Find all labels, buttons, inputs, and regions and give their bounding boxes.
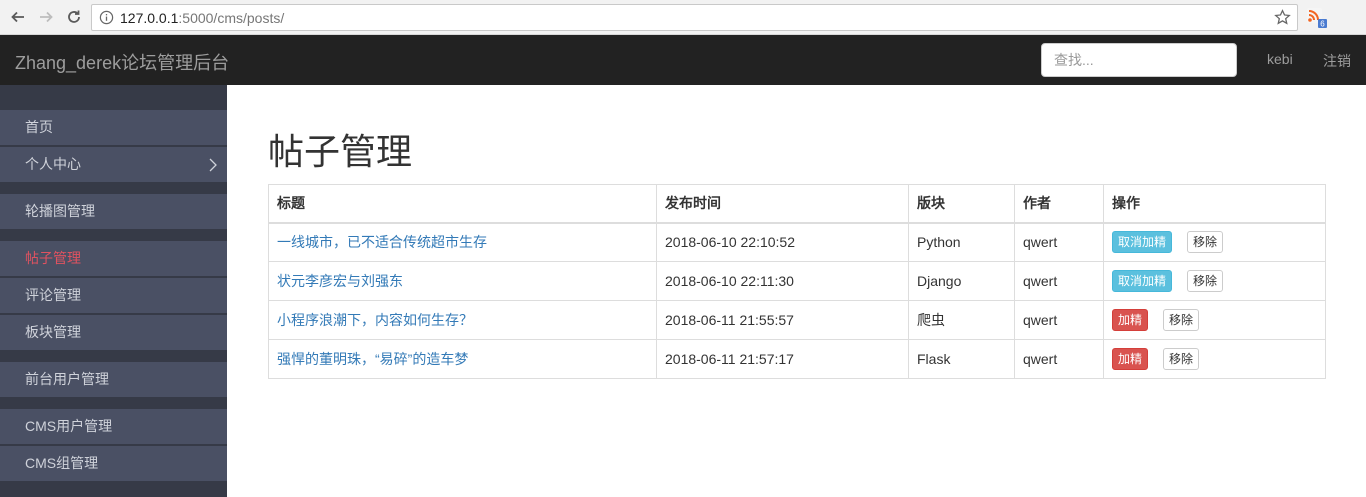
- sidebar-item-cms-groups[interactable]: CMS组管理: [0, 446, 227, 482]
- brand-title[interactable]: Zhang_derek论坛管理后台: [15, 49, 229, 75]
- remove-button[interactable]: 移除: [1187, 270, 1224, 292]
- sidebar-item-cms-users[interactable]: CMS用户管理: [0, 409, 227, 445]
- main-content: 帖子管理 标题 发布时间 版块 作者 操作 一线城市，已不适合传统超市生存 20…: [227, 85, 1366, 497]
- remove-button[interactable]: 移除: [1163, 309, 1200, 331]
- column-header-time: 发布时间: [656, 184, 909, 224]
- sidebar-item-banners[interactable]: 轮播图管理: [0, 194, 227, 230]
- url-text: 127.0.0.1:5000/cms/posts/: [120, 10, 285, 26]
- table-row: 一线城市，已不适合传统超市生存 2018-06-10 22:10:52 Pyth…: [268, 222, 1326, 262]
- table-row: 状元李彦宏与刘强东 2018-06-10 22:11:30 Django qwe…: [268, 261, 1326, 301]
- post-title-link[interactable]: 强悍的董明珠，“易碎”的造车梦: [277, 351, 468, 367]
- post-title-link[interactable]: 小程序浪潮下，内容如何生存？: [277, 312, 473, 328]
- sidebar-item-comments[interactable]: 评论管理: [0, 278, 227, 314]
- column-header-actions: 操作: [1103, 184, 1326, 224]
- sidebar-item-label: CMS组管理: [25, 455, 99, 471]
- remove-button[interactable]: 移除: [1163, 348, 1200, 370]
- rss-extension-icon[interactable]: 6: [1306, 7, 1328, 29]
- posts-table: 标题 发布时间 版块 作者 操作 一线城市，已不适合传统超市生存 2018-06…: [268, 184, 1326, 379]
- user-link[interactable]: kebi: [1267, 51, 1293, 67]
- page-title: 帖子管理: [268, 131, 413, 172]
- post-author: qwert: [1014, 261, 1104, 301]
- column-header-author: 作者: [1014, 184, 1104, 224]
- search-input[interactable]: [1041, 43, 1237, 77]
- sidebar-item-label: 轮播图管理: [25, 203, 95, 219]
- column-header-board: 版块: [908, 184, 1015, 224]
- sidebar-item-posts[interactable]: 帖子管理: [0, 241, 227, 277]
- sidebar-item-label: CMS用户管理: [25, 418, 113, 434]
- back-arrow-icon[interactable]: [6, 5, 30, 29]
- post-board: Flask: [908, 339, 1015, 379]
- reload-icon[interactable]: [62, 5, 86, 29]
- post-board: Python: [908, 222, 1015, 262]
- chevron-right-icon: [209, 158, 217, 172]
- post-author: qwert: [1014, 300, 1104, 340]
- sidebar-item-label: 首页: [25, 119, 53, 135]
- table-header-row: 标题 发布时间 版块 作者 操作: [268, 184, 1326, 224]
- table-row: 强悍的董明珠，“易碎”的造车梦 2018-06-11 21:57:17 Flas…: [268, 339, 1326, 379]
- remove-button[interactable]: 移除: [1187, 231, 1224, 254]
- info-icon[interactable]: [99, 10, 114, 25]
- highlight-button[interactable]: 加精: [1112, 309, 1149, 331]
- sidebar: 首页 个人中心 轮播图管理 帖子管理 评论管理 板块管理 前台用户管理 CMS用…: [0, 85, 227, 497]
- top-navbar: Zhang_derek论坛管理后台 kebi 注销: [0, 35, 1366, 85]
- logout-link[interactable]: 注销: [1323, 51, 1351, 71]
- sidebar-item-label: 帖子管理: [25, 250, 81, 266]
- post-author: qwert: [1014, 222, 1104, 262]
- address-bar[interactable]: 127.0.0.1:5000/cms/posts/: [91, 4, 1298, 31]
- sidebar-item-label: 板块管理: [25, 324, 81, 340]
- sidebar-item-label: 个人中心: [25, 156, 81, 172]
- sidebar-item-profile[interactable]: 个人中心: [0, 147, 227, 183]
- bookmark-star-icon[interactable]: [1274, 9, 1291, 26]
- extension-badge: 6: [1320, 20, 1325, 29]
- highlight-button[interactable]: 加精: [1112, 348, 1149, 370]
- browser-toolbar: 127.0.0.1:5000/cms/posts/ 6: [0, 0, 1366, 35]
- post-title-link[interactable]: 状元李彦宏与刘强东: [277, 273, 403, 289]
- post-author: qwert: [1014, 339, 1104, 379]
- sidebar-item-label: 评论管理: [25, 287, 81, 303]
- post-title-link[interactable]: 一线城市，已不适合传统超市生存: [277, 234, 487, 250]
- unhighlight-button[interactable]: 取消加精: [1112, 270, 1173, 292]
- table-row: 小程序浪潮下，内容如何生存？ 2018-06-11 21:55:57 爬虫 qw…: [268, 300, 1326, 340]
- post-time: 2018-06-11 21:57:17: [656, 339, 909, 379]
- post-time: 2018-06-10 22:10:52: [656, 222, 909, 262]
- sidebar-item-home[interactable]: 首页: [0, 110, 227, 146]
- column-header-title: 标题: [268, 184, 657, 224]
- unhighlight-button[interactable]: 取消加精: [1112, 231, 1173, 254]
- sidebar-item-label: 前台用户管理: [25, 371, 109, 387]
- post-time: 2018-06-10 22:11:30: [656, 261, 909, 301]
- post-board: Django: [908, 261, 1015, 301]
- sidebar-item-front-users[interactable]: 前台用户管理: [0, 362, 227, 398]
- sidebar-item-boards[interactable]: 板块管理: [0, 315, 227, 351]
- post-board: 爬虫: [908, 300, 1015, 340]
- post-time: 2018-06-11 21:55:57: [656, 300, 909, 340]
- forward-arrow-icon[interactable]: [34, 5, 58, 29]
